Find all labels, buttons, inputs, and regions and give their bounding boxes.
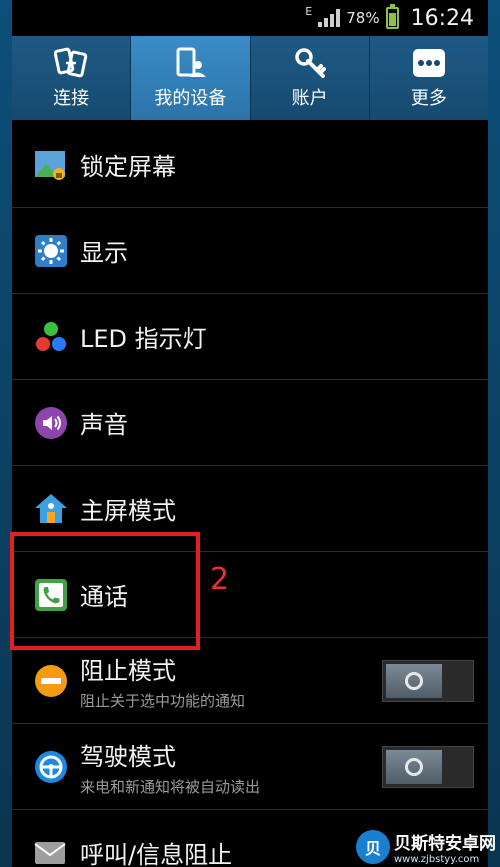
watermark-url: www.zjbstyy.com — [394, 854, 480, 865]
led-indicator-icon — [34, 320, 68, 354]
item-description: 阻止关于选中功能的通知 — [80, 691, 246, 710]
item-label: 显示 — [80, 239, 128, 267]
lock-screen-icon — [34, 148, 68, 182]
my-device-icon — [170, 46, 210, 80]
connection-icon — [51, 46, 91, 80]
more-icon — [409, 46, 449, 80]
settings-list: 锁定屏幕 显示 LED 指示灯 声音 主屏模式 通话 阻止模式 阻止关于选中功能… — [12, 122, 488, 867]
settings-tab-bar: 连接 我的设备 账户 更多 — [12, 36, 488, 120]
item-label: 锁定屏幕 — [80, 153, 176, 181]
watermark-logo-icon: 贝 — [356, 830, 390, 864]
tab-label: 账户 — [291, 88, 328, 109]
item-label: 主屏模式 — [80, 497, 176, 525]
network-type: E — [305, 4, 313, 18]
driving-mode-icon — [34, 750, 68, 784]
highlight-box — [10, 532, 200, 650]
home-screen-mode-icon — [34, 492, 68, 526]
tab-connection[interactable]: 连接 — [12, 36, 132, 120]
list-item-lock-screen[interactable]: 锁定屏幕 — [12, 122, 488, 208]
display-icon — [34, 234, 68, 268]
battery-percent: 78% — [346, 9, 380, 27]
clock: 16:24 — [410, 5, 474, 31]
list-item-driving-mode[interactable]: 驾驶模式 来电和新通知将被自动读出 — [12, 724, 488, 810]
item-description: 来电和新通知将被自动读出 — [80, 777, 261, 796]
call-block-icon — [34, 836, 68, 867]
tab-label: 连接 — [53, 88, 90, 109]
tab-label: 我的设备 — [154, 88, 227, 109]
driving-mode-toggle[interactable] — [382, 745, 474, 788]
watermark: 贝 贝斯特安卓网 www.zjbstyy.com — [356, 829, 496, 865]
battery-icon — [385, 4, 399, 29]
tab-more[interactable]: 更多 — [370, 36, 488, 120]
frame-left — [0, 0, 12, 867]
signal-icon — [318, 9, 341, 27]
tab-my-device[interactable]: 我的设备 — [131, 36, 251, 120]
item-label: 阻止模式 — [80, 656, 176, 685]
watermark-title: 贝斯特安卓网 — [394, 834, 496, 854]
frame-right — [488, 0, 500, 867]
item-label: 驾驶模式 — [80, 742, 176, 771]
list-item-blocking-mode[interactable]: 阻止模式 阻止关于选中功能的通知 — [12, 638, 488, 724]
sound-icon — [34, 406, 68, 440]
item-label: LED 指示灯 — [80, 325, 207, 353]
item-label: 声音 — [80, 411, 128, 439]
blocking-mode-toggle[interactable] — [382, 659, 474, 702]
toggle-off-knob — [386, 663, 442, 698]
list-item-sound[interactable]: 声音 — [12, 380, 488, 466]
tab-label: 更多 — [410, 88, 447, 109]
phone-screen: E 78% 16:24 连接 我的设备 账户 更多 锁定屏幕 显示 LED 指示… — [12, 0, 488, 867]
status-bar: E 78% 16:24 — [12, 0, 488, 36]
list-item-display[interactable]: 显示 — [12, 208, 488, 294]
list-item-led-indicator[interactable]: LED 指示灯 — [12, 294, 488, 380]
account-key-icon — [290, 46, 330, 80]
item-label: 呼叫/信息阻止 — [80, 841, 233, 867]
step-number: 2 — [210, 562, 230, 597]
toggle-off-knob — [386, 749, 442, 784]
tab-account[interactable]: 账户 — [251, 36, 370, 120]
blocking-mode-icon — [34, 664, 68, 698]
